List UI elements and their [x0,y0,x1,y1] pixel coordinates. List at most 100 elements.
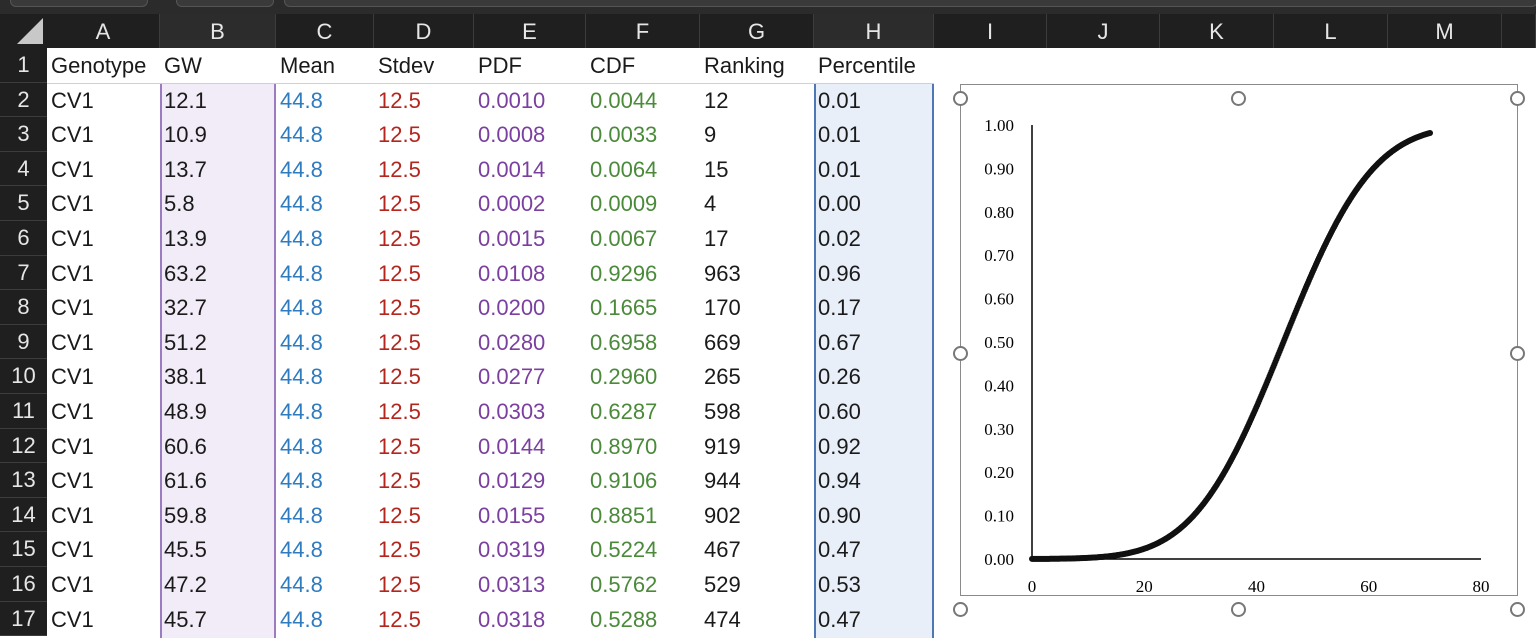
row-header-16[interactable]: 16 [0,567,47,602]
cell-stdev[interactable]: 12.5 [374,152,421,187]
cell-percentile[interactable]: 0.67 [814,325,861,360]
cell-percentile[interactable]: 0.02 [814,221,861,256]
resize-handle-top[interactable] [1231,91,1246,106]
cell-mean[interactable]: 44.8 [276,290,323,325]
cell-pdf[interactable]: 0.0200 [474,290,545,325]
cell-mean[interactable]: 44.8 [276,117,323,152]
row-header-13[interactable]: 13 [0,463,47,498]
row-header-14[interactable]: 14 [0,497,47,533]
cell-ranking[interactable]: 467 [700,532,741,567]
cell-stdev[interactable]: 12.5 [374,532,421,567]
cell-gw[interactable]: 60.6 [160,429,207,464]
cell-percentile[interactable]: 0.94 [814,463,861,498]
cell-ranking[interactable]: 9 [700,117,716,152]
resize-handle-bottom-right[interactable] [1510,602,1525,617]
cell-genotype[interactable]: CV1 [47,463,94,498]
cell-pdf[interactable]: 0.0002 [474,186,545,221]
header-cell-pdf[interactable]: PDF [474,48,522,83]
cell-genotype[interactable]: CV1 [47,532,94,567]
cell-genotype[interactable]: CV1 [47,117,94,152]
cell-gw[interactable]: 51.2 [160,325,207,360]
cell-mean[interactable]: 44.8 [276,463,323,498]
cell-ranking[interactable]: 529 [700,567,741,602]
cell-genotype[interactable]: CV1 [47,498,94,533]
cell-stdev[interactable]: 12.5 [374,394,421,429]
cell-cdf[interactable]: 0.0064 [586,152,657,187]
column-header-d[interactable]: D [374,14,474,48]
row-header-9[interactable]: 9 [0,324,47,360]
cell-mean[interactable]: 44.8 [276,83,323,118]
cell-ranking[interactable]: 474 [700,602,741,637]
header-cell-genotype[interactable]: Genotype [47,48,146,83]
cell-cdf[interactable]: 0.0009 [586,186,657,221]
cell-genotype[interactable]: CV1 [47,394,94,429]
cell-pdf[interactable]: 0.0014 [474,152,545,187]
cell-stdev[interactable]: 12.5 [374,498,421,533]
row-header-11[interactable]: 11 [0,394,47,429]
cell-pdf[interactable]: 0.0313 [474,567,545,602]
cell-gw[interactable]: 10.9 [160,117,207,152]
resize-handle-bottom-left[interactable] [953,602,968,617]
cell-cdf[interactable]: 0.0033 [586,117,657,152]
cell-percentile[interactable]: 0.17 [814,290,861,325]
cell-ranking[interactable]: 669 [700,325,741,360]
cell-pdf[interactable]: 0.0277 [474,359,545,394]
cell-stdev[interactable]: 12.5 [374,290,421,325]
cell-ranking[interactable]: 944 [700,463,741,498]
ribbon-control[interactable] [176,0,274,7]
resize-handle-top-right[interactable] [1510,91,1525,106]
cell-gw[interactable]: 45.5 [160,532,207,567]
column-header-e[interactable]: E [474,14,586,48]
cell-ranking[interactable]: 4 [700,186,716,221]
cell-genotype[interactable]: CV1 [47,290,94,325]
cell-stdev[interactable]: 12.5 [374,463,421,498]
cell-mean[interactable]: 44.8 [276,152,323,187]
cell-percentile[interactable]: 0.01 [814,117,861,152]
row-header-8[interactable]: 8 [0,290,47,325]
cell-genotype[interactable]: CV1 [47,359,94,394]
cell-gw[interactable]: 38.1 [160,359,207,394]
cell-stdev[interactable]: 12.5 [374,221,421,256]
cell-cdf[interactable]: 0.8970 [586,429,657,464]
header-cell-cdf[interactable]: CDF [586,48,635,83]
cell-stdev[interactable]: 12.5 [374,359,421,394]
cell-ranking[interactable]: 12 [700,83,728,118]
cell-mean[interactable]: 44.8 [276,359,323,394]
cell-percentile[interactable]: 0.96 [814,256,861,291]
column-header-n[interactable] [1502,14,1536,48]
cell-gw[interactable]: 61.6 [160,463,207,498]
resize-handle-bottom[interactable] [1231,602,1246,617]
cell-percentile[interactable]: 0.53 [814,567,861,602]
cell-pdf[interactable]: 0.0318 [474,602,545,637]
header-cell-ranking[interactable]: Ranking [700,48,785,83]
cell-stdev[interactable]: 12.5 [374,83,421,118]
cell-genotype[interactable]: CV1 [47,325,94,360]
cell-gw[interactable]: 45.7 [160,602,207,637]
cell-cdf[interactable]: 0.5224 [586,532,657,567]
cell-gw[interactable]: 32.7 [160,290,207,325]
resize-handle-left[interactable] [953,346,968,361]
row-header-15[interactable]: 15 [0,532,47,567]
cell-genotype[interactable]: CV1 [47,256,94,291]
cell-stdev[interactable]: 12.5 [374,325,421,360]
cell-gw[interactable]: 13.9 [160,221,207,256]
row-header-1[interactable]: 1 [0,48,47,83]
column-header-k[interactable]: K [1160,14,1274,48]
cell-cdf[interactable]: 0.2960 [586,359,657,394]
cell-cdf[interactable]: 0.8851 [586,498,657,533]
column-header-g[interactable]: G [700,14,814,48]
cell-stdev[interactable]: 12.5 [374,186,421,221]
cell-stdev[interactable]: 12.5 [374,117,421,152]
cell-genotype[interactable]: CV1 [47,186,94,221]
row-header-17[interactable]: 17 [0,601,47,637]
cell-pdf[interactable]: 0.0303 [474,394,545,429]
cell-stdev[interactable]: 12.5 [374,567,421,602]
cell-gw[interactable]: 12.1 [160,83,207,118]
cell-mean[interactable]: 44.8 [276,567,323,602]
cell-stdev[interactable]: 12.5 [374,602,421,637]
cell-ranking[interactable]: 963 [700,256,741,291]
cell-gw[interactable]: 59.8 [160,498,207,533]
resize-handle-top-left[interactable] [953,91,968,106]
header-cell-gw[interactable]: GW [160,48,202,83]
cell-mean[interactable]: 44.8 [276,429,323,464]
